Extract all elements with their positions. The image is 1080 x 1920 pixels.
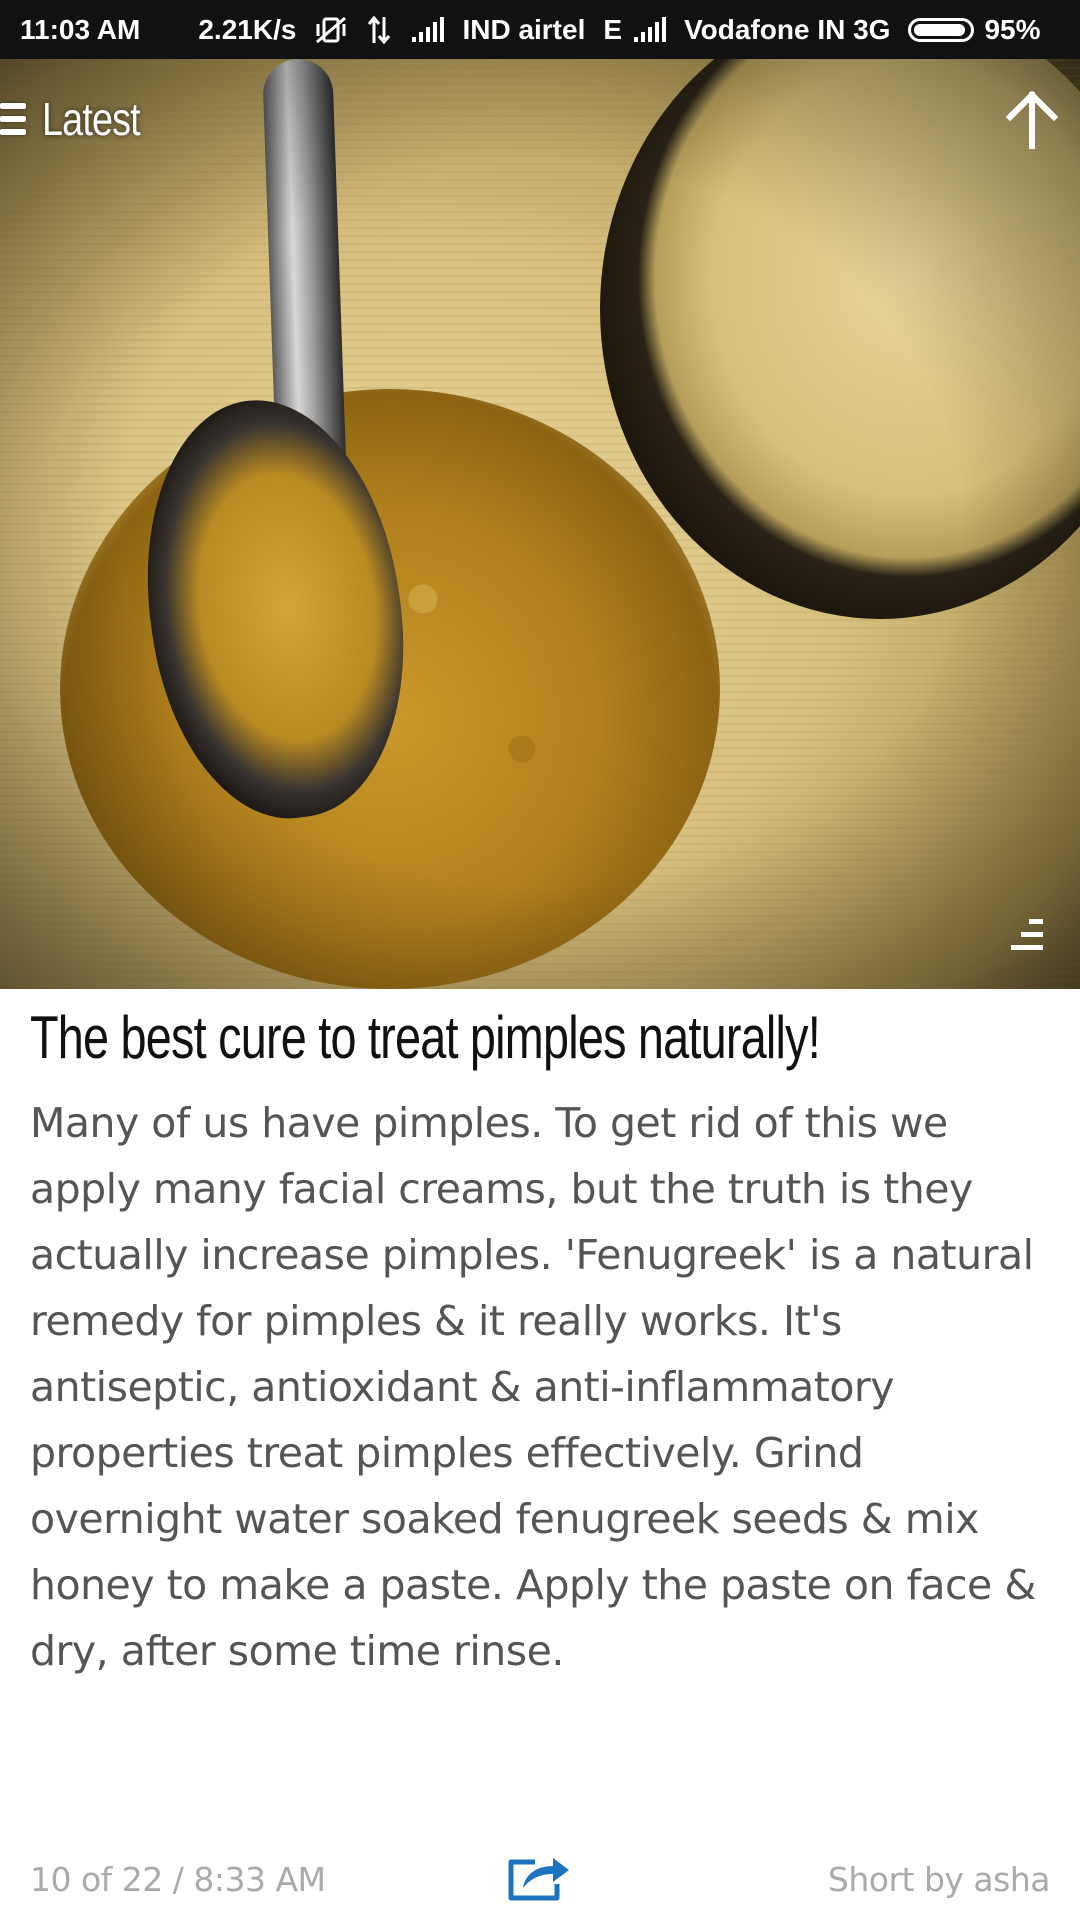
status-carrier-1: IND airtel [462,13,586,45]
status-time: 11:03 AM [20,13,141,45]
top-bar: Latest [0,59,1080,179]
status-network-type-1: E [603,13,623,45]
article-headline: The best cure to treat pimples naturally… [30,1004,821,1071]
data-transfer-icon [366,15,392,45]
signal-bars-icon [632,16,667,43]
status-network-speed: 2.21K/s [198,13,297,45]
article-position: 10 of 22 / 8:33 AM [30,1860,326,1899]
battery-icon [908,17,975,42]
signal-bars-icon [410,16,445,43]
vibrate-mute-icon [314,15,348,45]
article-body: Many of us have pimples. To get rid of t… [30,1099,1036,1675]
arrow-up-icon[interactable] [1004,89,1060,150]
footer: 10 of 22 / 8:33 AM Short by asha [0,1850,1080,1920]
status-battery-percent: 95% [984,13,1041,45]
article-author[interactable]: Short by asha [828,1860,1051,1899]
hamburger-menu-icon[interactable] [0,99,26,139]
article-image[interactable] [0,59,1080,989]
status-carrier-2: Vodafone IN 3G [684,13,891,45]
image-options-icon[interactable] [1007,915,1047,955]
menu-button[interactable]: Latest [0,92,161,146]
share-icon[interactable] [505,1850,573,1902]
section-label[interactable]: Latest [42,92,141,146]
status-bar: 11:03 AM 2.21K/s IND airtel E Vodafone I… [0,0,1080,59]
